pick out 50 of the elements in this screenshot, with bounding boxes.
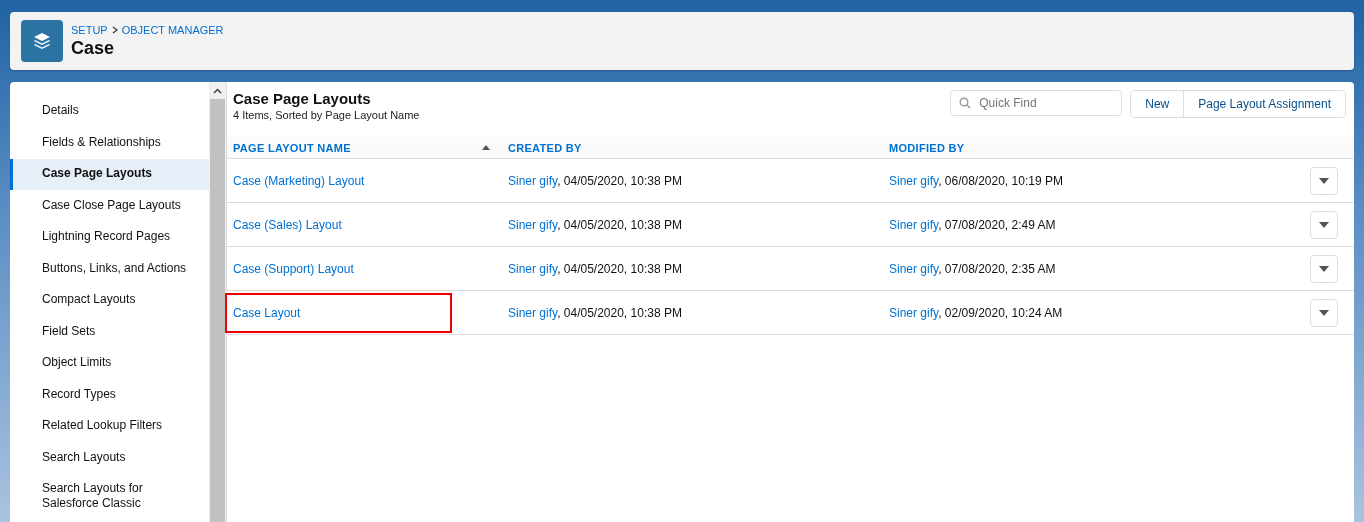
date-text: , 07/08/2020, 2:49 AM [938,217,1056,232]
sidebar-item[interactable]: Related Lookup Filters [10,411,209,442]
row-actions-button[interactable] [1310,166,1338,195]
date-text: , 07/08/2020, 2:35 AM [938,261,1056,276]
object-title: Case [71,37,116,59]
quick-find-field[interactable]: Quick Find [950,90,1123,116]
date-text: , 04/05/2020, 10:38 PM [557,261,682,276]
column-header[interactable]: CREATED BY [508,141,889,154]
layout-name-link[interactable]: Case (Support) Layout [233,261,354,276]
date-text: , 04/05/2020, 10:38 PM [557,305,682,320]
sidebar-item[interactable]: Compact Layouts [10,285,209,316]
date-text: , 04/05/2020, 10:38 PM [557,217,682,232]
layers-icon [21,20,63,62]
sidebar-item[interactable]: Case Close Page Layouts [10,190,209,222]
breadcrumb-link[interactable]: OBJECT MANAGER [121,23,224,36]
row-actions-button[interactable] [1310,298,1338,327]
row-actions-button[interactable] [1310,254,1338,283]
row-actions-button[interactable] [1310,210,1338,239]
scrollbar-thumb[interactable] [210,99,225,522]
page-title: Case Page Layouts [233,90,372,107]
column-header[interactable]: PAGE LAYOUT NAME [227,141,508,154]
layout-name-link[interactable]: Case (Sales) Layout [233,217,342,232]
caret-icon [1319,309,1329,316]
sidebar-item[interactable]: Field Sets [10,316,209,348]
sidebar-item[interactable]: Buttons, Links, and Actions [10,253,209,285]
layout-name-link[interactable]: Case (Marketing) Layout [233,173,365,188]
column-header-label[interactable]: CREATED BY [508,141,582,154]
sidebar-item[interactable]: Fields & Relationships [10,127,209,159]
scrollbar[interactable] [209,82,226,522]
date-text: , 02/09/2020, 10:24 AM [938,305,1063,320]
column-header-label[interactable]: MODIFIED BY [889,141,965,154]
sidebar-item[interactable]: Details [10,96,209,127]
column-header[interactable]: MODIFIED BY [889,141,1310,154]
toolbar-button[interactable]: Page Layout Assignment [1183,91,1345,117]
date-text: , 04/05/2020, 10:38 PM [557,173,682,188]
layout-name-link[interactable]: Case Layout [227,294,451,331]
sidebar-item[interactable]: Record Types [10,379,209,411]
sidebar-item[interactable]: Case Page Layouts [10,159,209,190]
sidebar-item[interactable]: Search Layouts [10,442,209,474]
sidebar-item[interactable]: Lightning Record Pages [10,222,209,253]
caret-icon [1319,177,1329,184]
sort-ascending-icon[interactable] [482,145,490,150]
caret-icon [1319,265,1329,272]
breadcrumb-link[interactable]: SETUP [71,23,108,36]
page-subtitle: 4 Items, Sorted by Page Layout Name [233,109,420,121]
column-header-label[interactable]: PAGE LAYOUT NAME [233,141,351,154]
sidebar-item[interactable]: Object Limits [10,348,209,379]
date-text: , 06/08/2020, 10:19 PM [938,173,1063,188]
sidebar-item[interactable]: Search Layouts for Salesforce Classic [10,474,209,518]
caret-icon [1319,221,1329,228]
